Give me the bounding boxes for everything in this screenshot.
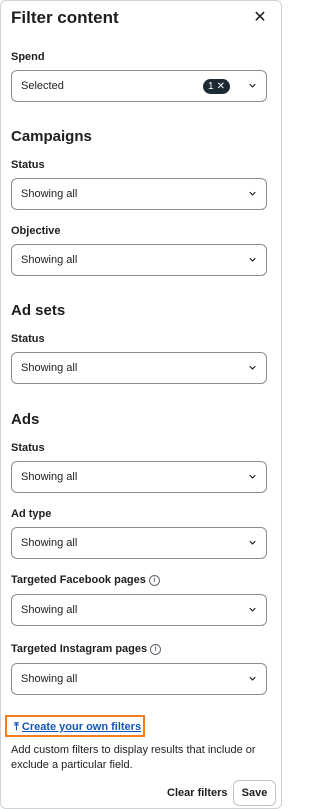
selected-count-badge[interactable]: 1 ✕	[203, 79, 230, 94]
chevron-down-icon	[249, 540, 256, 545]
custom-filters-description: Add custom filters to display results th…	[11, 744, 256, 771]
adsets-heading: Ad sets	[11, 302, 66, 319]
create-filters-link[interactable]: ⤒ Create your own filters	[14, 721, 141, 734]
chevron-down-icon	[249, 365, 256, 370]
ad-type-label: Ad type	[11, 508, 52, 520]
fb-pages-select[interactable]: Showing all	[11, 594, 267, 626]
fb-pages-value: Showing all	[21, 604, 78, 616]
filter-panel: Filter content ✕ Spend Selected 1 ✕ Camp…	[0, 0, 282, 809]
fb-pages-label-text: Targeted Facebook pages	[11, 574, 146, 586]
spend-select-value: Selected	[21, 80, 64, 92]
ad-type-value: Showing all	[21, 537, 78, 549]
clear-selection-icon[interactable]: ✕	[217, 79, 225, 94]
chevron-down-icon	[249, 257, 256, 262]
campaign-objective-value: Showing all	[21, 254, 78, 266]
info-icon[interactable]: i	[148, 575, 160, 586]
chevron-down-icon	[249, 83, 256, 88]
fb-pages-label: Targeted Facebook pages i	[11, 574, 160, 586]
ad-status-label: Status	[11, 442, 45, 454]
adset-status-value: Showing all	[21, 362, 78, 374]
spend-select[interactable]: Selected 1 ✕	[11, 70, 267, 102]
ad-status-select[interactable]: Showing all	[11, 461, 267, 493]
upload-icon: ⤒	[14, 721, 19, 733]
save-button[interactable]: Save	[233, 780, 276, 806]
campaign-objective-select[interactable]: Showing all	[11, 244, 267, 276]
spend-label: Spend	[11, 51, 45, 63]
adset-status-label: Status	[11, 333, 45, 345]
chevron-down-icon	[249, 474, 256, 479]
create-filters-highlight: ⤒ Create your own filters	[5, 715, 145, 737]
ig-pages-label: Targeted Instagram pages i	[11, 643, 162, 655]
campaign-status-value: Showing all	[21, 188, 78, 200]
ad-status-value: Showing all	[21, 471, 78, 483]
ig-pages-value: Showing all	[21, 673, 78, 685]
adset-status-select[interactable]: Showing all	[11, 352, 267, 384]
chevron-down-icon	[249, 191, 256, 196]
panel-title: Filter content	[11, 8, 119, 27]
panel-header: Filter content ✕	[11, 7, 271, 29]
ig-pages-label-text: Targeted Instagram pages	[11, 643, 148, 655]
ig-pages-select[interactable]: Showing all	[11, 663, 267, 695]
campaigns-heading: Campaigns	[11, 128, 92, 145]
badge-count: 1	[208, 81, 214, 92]
ads-heading: Ads	[11, 411, 40, 428]
chevron-down-icon	[249, 676, 256, 681]
close-icon[interactable]: ✕	[251, 7, 269, 29]
create-filters-link-text: Create your own filters	[21, 721, 142, 733]
info-icon[interactable]: i	[150, 644, 162, 655]
ad-type-select[interactable]: Showing all	[11, 527, 267, 559]
clear-filters-button[interactable]: Clear filters	[167, 787, 228, 799]
campaign-status-select[interactable]: Showing all	[11, 178, 267, 210]
chevron-down-icon	[249, 607, 256, 612]
campaign-objective-label: Objective	[11, 225, 61, 237]
campaign-status-label: Status	[11, 159, 45, 171]
